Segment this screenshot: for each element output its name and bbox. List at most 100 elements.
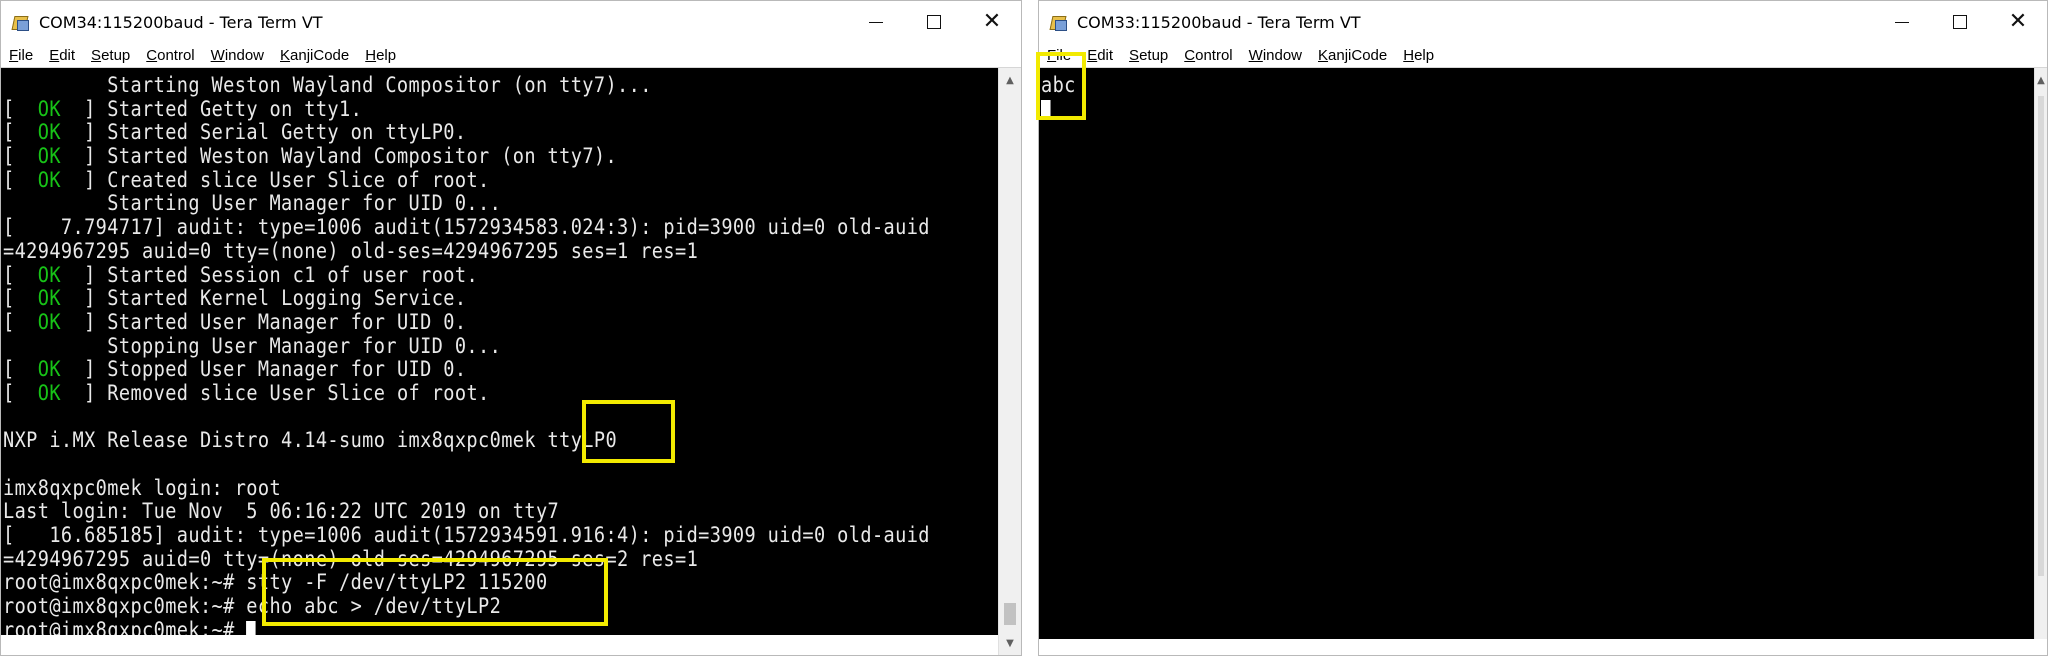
text-cursor <box>1041 99 1051 119</box>
terminal-text: NXP i.MX Release Distro 4.14-sumo imx8qx… <box>3 428 618 454</box>
scroll-up-icon[interactable]: ▲ <box>2035 70 2047 90</box>
close-icon: ✕ <box>982 9 1002 34</box>
terminal-text: ] Started User Manager for UID 0. <box>72 309 467 335</box>
ok-status: OK <box>37 357 61 383</box>
minimize-icon <box>1895 21 1909 23</box>
terminal-line: root@imx8qxpc0mek:~# stty -F /dev/ttyLP2… <box>3 571 930 595</box>
terminal-text: ] Started Weston Wayland Compositor (on … <box>72 144 618 170</box>
menu-help[interactable]: Help <box>1395 47 1442 64</box>
maximize-button[interactable] <box>1931 1 1989 43</box>
menu-edit[interactable]: Edit <box>41 47 83 64</box>
terminal-line: [ OK ] Started Session c1 of user root. <box>3 262 479 288</box>
terminal-line: imx8qxpc0mek login: root <box>3 475 930 501</box>
ok-status: OK <box>37 120 61 146</box>
terminal-text: root@imx8qxpc0mek:~# stty -F /dev/ttyLP2… <box>3 570 548 596</box>
window-title: COM34:115200baud - Tera Term VT <box>39 12 323 32</box>
tera-term-icon[interactable] <box>11 13 29 31</box>
scroll-up-icon[interactable]: ▲ <box>999 70 1021 90</box>
terminal-text: abc <box>1041 73 1076 98</box>
maximize-button[interactable] <box>905 1 963 43</box>
maximize-icon <box>927 15 941 29</box>
menu-file[interactable]: File <box>1039 47 1079 64</box>
terminal-text: =4294967295 auid=0 tty=(none) old-ses=42… <box>3 238 699 264</box>
scroll-thumb[interactable] <box>2038 96 2044 576</box>
terminal-text: ] Started Serial Getty on ttyLP0. <box>72 120 467 146</box>
terminal-text: ] Started Session c1 of user root. <box>72 262 479 288</box>
terminal-text: ] Created slice User Slice of root. <box>72 167 490 193</box>
ok-status: OK <box>37 167 61 193</box>
title-bar[interactable]: COM34:115200baud - Tera Term VT ✕ <box>1 1 1021 43</box>
terminal-line: Stopping User Manager for UID 0... <box>3 333 930 359</box>
text-cursor <box>246 620 256 635</box>
terminal-line: Starting User Manager for UID 0... <box>3 192 930 216</box>
terminal-line: [ OK ] Started Weston Wayland Compositor… <box>3 144 618 170</box>
vertical-scrollbar[interactable]: ▲ <box>2034 68 2047 639</box>
right-terminal-window: COM33:115200baud - Tera Term VT ✕ File Ed… <box>1038 0 2048 656</box>
terminal-line: [ OK ] Created slice User Slice of root. <box>3 167 490 193</box>
terminal-line: [ OK ] Started Getty on tty1. <box>3 96 363 122</box>
menu-control[interactable]: Control <box>138 47 202 64</box>
terminal-text: root@imx8qxpc0mek:~# echo abc > /dev/tty… <box>3 594 502 620</box>
terminal-line: =4294967295 auid=0 tty=(none) old-ses=42… <box>3 546 930 572</box>
terminal-line: root@imx8qxpc0mek:~# echo abc > /dev/tty… <box>3 595 930 619</box>
terminal-line: [ OK ] Started Serial Getty on ttyLP0. <box>3 120 467 146</box>
terminal-text: Starting Weston Wayland Compositor (on t… <box>3 73 652 98</box>
terminal-text: ] Stopped User Manager for UID 0. <box>72 357 467 383</box>
vertical-scrollbar[interactable]: ▲ ▼ <box>998 68 1021 655</box>
terminal-output[interactable]: abc <box>1039 68 2035 639</box>
terminal-text: Starting User Manager for UID 0... <box>3 191 502 217</box>
menu-file[interactable]: File <box>1 47 41 64</box>
terminal-line: [ OK ] Removed slice User Slice of root. <box>3 380 490 406</box>
terminal-line: [ OK ] Started User Manager for UID 0. <box>3 309 467 335</box>
menu-setup[interactable]: Setup <box>1121 47 1176 64</box>
menu-setup[interactable]: Setup <box>83 47 138 64</box>
terminal-text: [ 16.685185] audit: type=1006 audit(1572… <box>3 523 930 549</box>
menu-window[interactable]: Window <box>203 47 272 64</box>
terminal-line: Starting Weston Wayland Compositor (on t… <box>3 74 930 98</box>
menu-kanjicode[interactable]: KanjiCode <box>272 47 357 64</box>
terminal-line: abc <box>1041 74 1076 98</box>
maximize-icon <box>1953 15 1967 29</box>
menu-control[interactable]: Control <box>1176 47 1240 64</box>
terminal-lines: abc <box>1041 74 1081 121</box>
ok-status: OK <box>37 144 61 170</box>
terminal-lines: Starting Weston Wayland Compositor (on t… <box>3 74 999 635</box>
minimize-button[interactable] <box>1873 1 1931 43</box>
left-terminal-window: COM34:115200baud - Tera Term VT ✕ File Ed… <box>0 0 1022 656</box>
window-title: COM33:115200baud - Tera Term VT <box>1077 12 1361 32</box>
menu-kanjicode[interactable]: KanjiCode <box>1310 47 1395 64</box>
ok-status: OK <box>37 309 61 335</box>
ok-status: OK <box>37 286 61 312</box>
terminal-line: NXP i.MX Release Distro 4.14-sumo imx8qx… <box>3 429 930 453</box>
terminal-text: [ 7.794717] audit: type=1006 audit(15729… <box>3 215 930 241</box>
title-bar[interactable]: COM33:115200baud - Tera Term VT ✕ <box>1039 1 2047 43</box>
terminal-line: [ OK ] Started Kernel Logging Service. <box>3 286 467 312</box>
terminal-line: Last login: Tue Nov 5 06:16:22 UTC 2019 … <box>3 500 930 524</box>
terminal-text: imx8qxpc0mek login: root <box>3 475 282 501</box>
menu-help[interactable]: Help <box>357 47 404 64</box>
scroll-down-icon[interactable]: ▼ <box>999 633 1021 653</box>
terminal-line: =4294967295 auid=0 tty=(none) old-ses=42… <box>3 238 930 264</box>
terminal-text: =4294967295 auid=0 tty=(none) old-ses=42… <box>3 546 699 572</box>
terminal-text: root@imx8qxpc0mek:~# <box>3 617 247 635</box>
terminal-text: ] Started Getty on tty1. <box>72 96 363 122</box>
terminal-text: Last login: Tue Nov 5 06:16:22 UTC 2019 … <box>3 499 560 525</box>
tera-term-icon[interactable] <box>1049 13 1067 31</box>
terminal-output[interactable]: Starting Weston Wayland Compositor (on t… <box>1 68 999 635</box>
terminal-text: Stopping User Manager for UID 0... <box>3 333 502 359</box>
close-button[interactable]: ✕ <box>1989 1 2047 43</box>
close-button[interactable]: ✕ <box>963 1 1021 43</box>
terminal-text: ] Removed slice User Slice of root. <box>72 380 490 406</box>
terminal-line: root@imx8qxpc0mek:~# <box>3 617 930 635</box>
terminal-text: ] Started Kernel Logging Service. <box>72 286 467 312</box>
minimize-button[interactable] <box>847 1 905 43</box>
menu-window[interactable]: Window <box>1241 47 1310 64</box>
terminal-line <box>1041 98 1076 122</box>
close-icon: ✕ <box>2008 9 2028 34</box>
menu-edit[interactable]: Edit <box>1079 47 1121 64</box>
scroll-thumb[interactable] <box>1004 603 1016 625</box>
ok-status: OK <box>37 96 61 122</box>
minimize-icon <box>869 21 883 23</box>
